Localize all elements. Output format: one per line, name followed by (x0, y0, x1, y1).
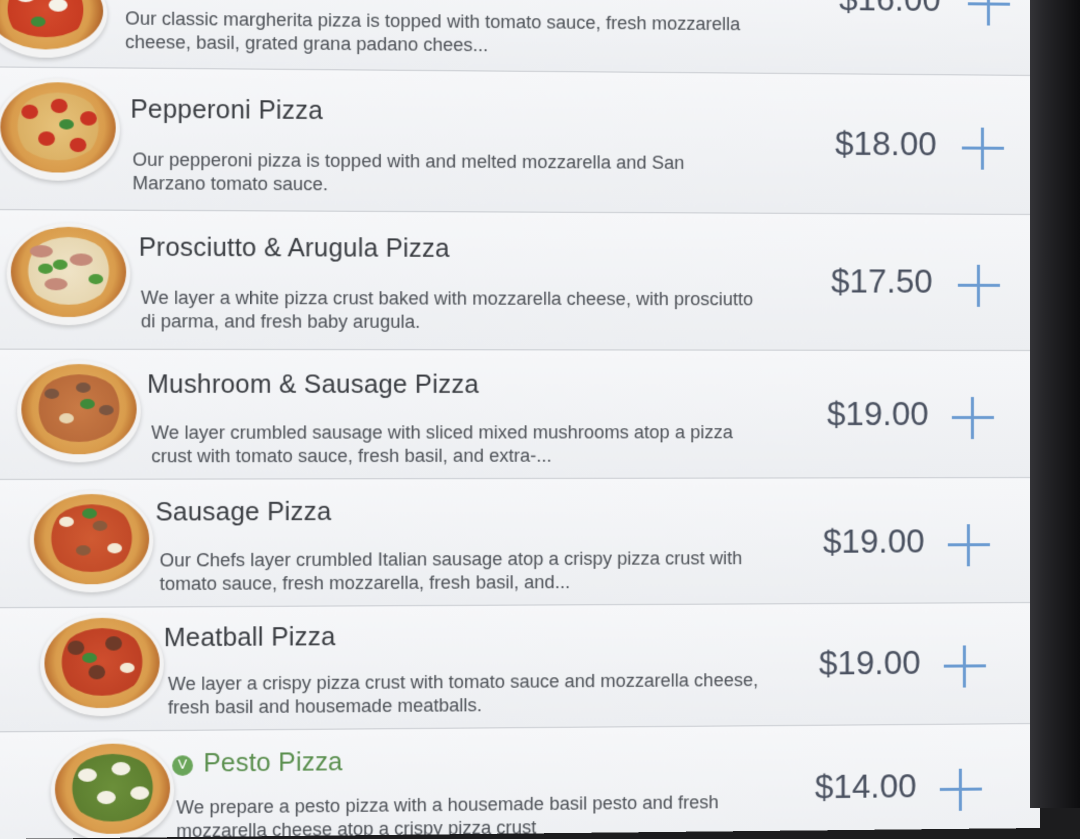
plus-icon[interactable] (968, 0, 1010, 26)
item-description: Our classic margherita pizza is topped w… (125, 8, 741, 56)
item-price: $18.00 (835, 124, 937, 163)
item-price: $19.00 (818, 643, 921, 682)
menu-item-margherita[interactable]: $16.00 Our classic margherita pizza is t… (0, 0, 1040, 76)
plus-icon[interactable] (948, 524, 990, 566)
item-price: $14.00 (814, 767, 917, 806)
pizza-thumbnail (0, 77, 120, 182)
plus-icon[interactable] (962, 127, 1004, 169)
plus-icon[interactable] (952, 397, 994, 439)
pizza-thumbnail (40, 613, 164, 717)
item-name: Sausage Pizza (155, 497, 332, 527)
menu-item-sausage[interactable]: Sausage Pizza Our Chefs layer crumbled I… (0, 478, 1040, 609)
pizza-thumbnail (17, 359, 141, 463)
item-name: Mushroom & Sausage Pizza (147, 370, 479, 399)
menu-item-prosciutto-arugula[interactable]: Prosciutto & Arugula Pizza We layer a wh… (0, 210, 1040, 351)
pizza-thumbnail (50, 739, 175, 839)
item-description: We layer a crispy pizza crust with tomat… (167, 669, 759, 718)
plus-icon[interactable] (940, 769, 982, 811)
item-name: V Pesto Pizza (172, 748, 343, 779)
menu-list: $16.00 Our classic margherita pizza is t… (0, 0, 1040, 839)
menu-item-pesto[interactable]: V Pesto Pizza We prepare a pesto pizza wi… (0, 724, 1040, 839)
item-price: $19.00 (827, 394, 929, 433)
vegetarian-badge-icon: V (172, 755, 193, 776)
plus-icon[interactable] (958, 265, 1000, 307)
item-name-text: Pesto Pizza (203, 747, 343, 778)
item-price: $16.00 (839, 0, 941, 19)
plus-icon[interactable] (944, 645, 986, 687)
menu-item-mushroom-sausage[interactable]: Mushroom & Sausage Pizza We layer crumbl… (0, 349, 1040, 480)
pizza-thumbnail (29, 489, 154, 593)
item-price: $17.50 (831, 262, 933, 300)
pizza-thumbnail (0, 0, 108, 59)
item-description: We layer crumbled sausage with sliced mi… (151, 422, 733, 467)
item-name: Prosciutto & Arugula Pizza (138, 233, 450, 263)
item-description: Our pepperoni pizza is topped with and m… (132, 149, 685, 195)
menu-item-meatball[interactable]: Meatball Pizza We layer a crispy pizza c… (0, 603, 1040, 733)
item-description: We prepare a pesto pizza with a housemad… (176, 792, 719, 839)
item-name: Meatball Pizza (163, 622, 336, 653)
menu-screen: $16.00 Our classic margherita pizza is t… (0, 0, 1040, 839)
item-name: Pepperoni Pizza (130, 95, 323, 126)
item-price: $19.00 (822, 522, 925, 560)
item-description: We layer a white pizza crust baked with … (140, 287, 754, 332)
device-bezel-right (1030, 0, 1080, 808)
menu-item-pepperoni[interactable]: Pepperoni Pizza Our pepperoni pizza is t… (0, 67, 1040, 216)
pizza-thumbnail (6, 222, 131, 326)
item-description: Our Chefs layer crumbled Italian sausage… (159, 548, 743, 595)
